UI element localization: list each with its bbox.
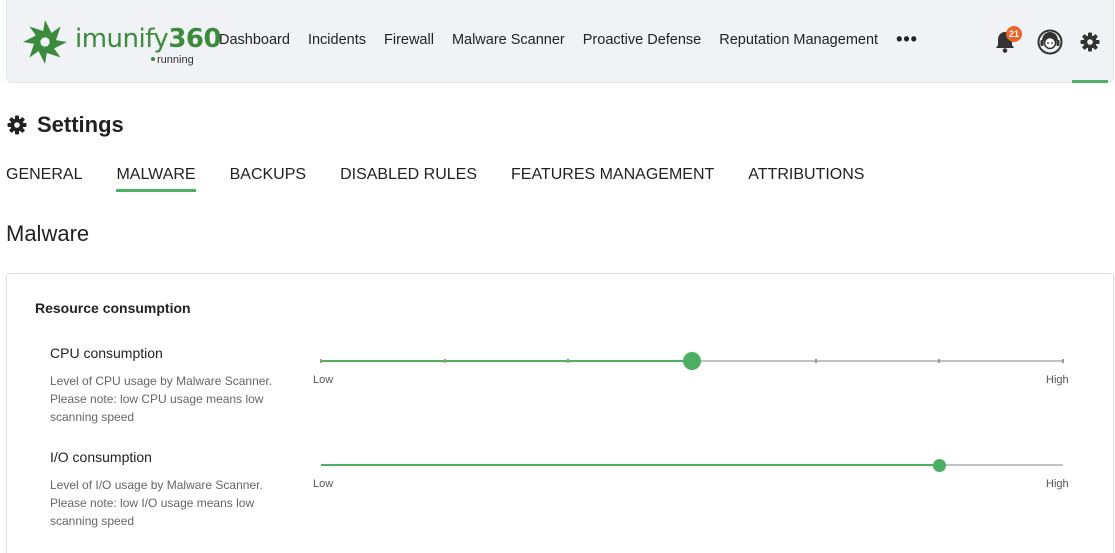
main-nav: Dashboard Incidents Firewall Malware Sca… [219, 30, 936, 48]
io-consumption-slider[interactable] [321, 455, 1063, 475]
nav-reputation-management[interactable]: Reputation Management [719, 32, 878, 48]
cpu-consumption-description: Level of CPU usage by Malware Scanner. P… [50, 374, 273, 424]
tab-attributions[interactable]: ATTRIBUTIONS [748, 166, 864, 192]
notification-count-badge: 21 [1006, 26, 1022, 42]
slider-handle[interactable] [683, 352, 701, 370]
slider-fill [321, 360, 692, 362]
nav-firewall[interactable]: Firewall [384, 32, 434, 48]
gear-icon [1080, 32, 1100, 52]
resource-consumption-card: Resource consumption CPU consumption Lev… [6, 273, 1114, 553]
tab-general[interactable]: GENERAL [6, 166, 82, 192]
settings-tabs: GENERAL MALWARE BACKUPS DISABLED RULES F… [6, 166, 898, 192]
settings-gear-icon [7, 115, 27, 135]
cpu-slider-min-label: Low [313, 374, 334, 386]
top-navbar: imunify360 running Dashboard Incidents F… [6, 0, 1114, 83]
nav-incidents[interactable]: Incidents [308, 32, 366, 48]
slider-fill [321, 464, 940, 466]
cpu-consumption-slider[interactable] [320, 351, 1064, 371]
nav-malware-scanner[interactable]: Malware Scanner [452, 32, 565, 48]
slider-tick [938, 359, 941, 363]
notifications-button[interactable]: 21 [991, 26, 1022, 56]
slider-handle[interactable] [932, 458, 946, 472]
section-title: Malware [6, 221, 90, 246]
imunify360-logo[interactable]: imunify360 running [21, 18, 222, 68]
settings-nav-button[interactable] [1076, 28, 1104, 56]
status-dot-icon [151, 57, 155, 61]
logo-wordmark: imunify360 [75, 24, 222, 54]
card-title: Resource consumption [35, 300, 191, 316]
cpu-slider-max-label: High [1046, 374, 1069, 386]
nav-more-button[interactable]: ••• [896, 30, 918, 48]
io-consumption-label: I/O consumption [50, 449, 152, 465]
slider-tick [567, 359, 570, 363]
support-button[interactable] [1036, 28, 1064, 56]
slider-tick [814, 359, 817, 363]
nav-dashboard[interactable]: Dashboard [219, 32, 290, 48]
support-agent-icon [1037, 29, 1063, 55]
slider-tick [443, 359, 446, 363]
nav-proactive-defense[interactable]: Proactive Defense [583, 32, 701, 48]
page-title-text: Settings [37, 112, 124, 137]
slider-tick [1062, 359, 1064, 363]
aperture-logo-icon [23, 20, 67, 64]
page-title: Settings [7, 112, 124, 138]
io-slider-min-label: Low [313, 478, 334, 490]
tab-backups[interactable]: BACKUPS [230, 166, 306, 192]
active-nav-indicator [1072, 80, 1108, 83]
tab-disabled-rules[interactable]: DISABLED RULES [340, 166, 477, 192]
io-consumption-description: Level of I/O usage by Malware Scanner. P… [50, 478, 263, 528]
io-slider-max-label: High [1046, 478, 1069, 490]
slider-tick [320, 359, 322, 363]
tab-malware[interactable]: MALWARE [116, 166, 196, 192]
cpu-consumption-label: CPU consumption [50, 345, 163, 361]
tab-features-management[interactable]: FEATURES MANAGEMENT [511, 166, 714, 192]
service-status: running [151, 54, 194, 66]
